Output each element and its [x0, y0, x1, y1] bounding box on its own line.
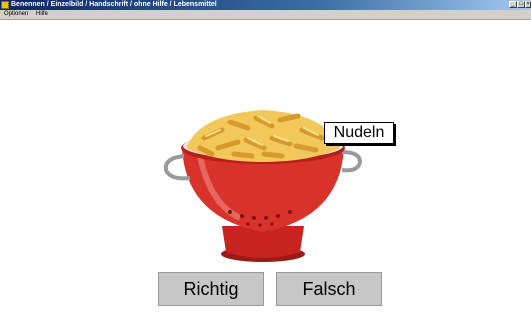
close-button[interactable]: ×: [525, 1, 531, 8]
correct-button[interactable]: Richtig: [158, 272, 264, 306]
window-title: Benennen / Einzelbild / Handschrift / oh…: [11, 1, 217, 8]
menu-hilfe[interactable]: Hilfe: [36, 10, 48, 19]
menu-optionen[interactable]: Optionen: [4, 10, 28, 19]
minimize-button[interactable]: _: [509, 1, 517, 8]
wrong-button[interactable]: Falsch: [276, 272, 382, 306]
app-icon: [1, 1, 9, 9]
menu-bar: Optionen Hilfe: [0, 10, 531, 20]
title-bar: Benennen / Einzelbild / Handschrift / oh…: [0, 0, 531, 10]
answer-label: Nudeln: [324, 122, 394, 144]
maximize-button[interactable]: □: [517, 1, 525, 8]
